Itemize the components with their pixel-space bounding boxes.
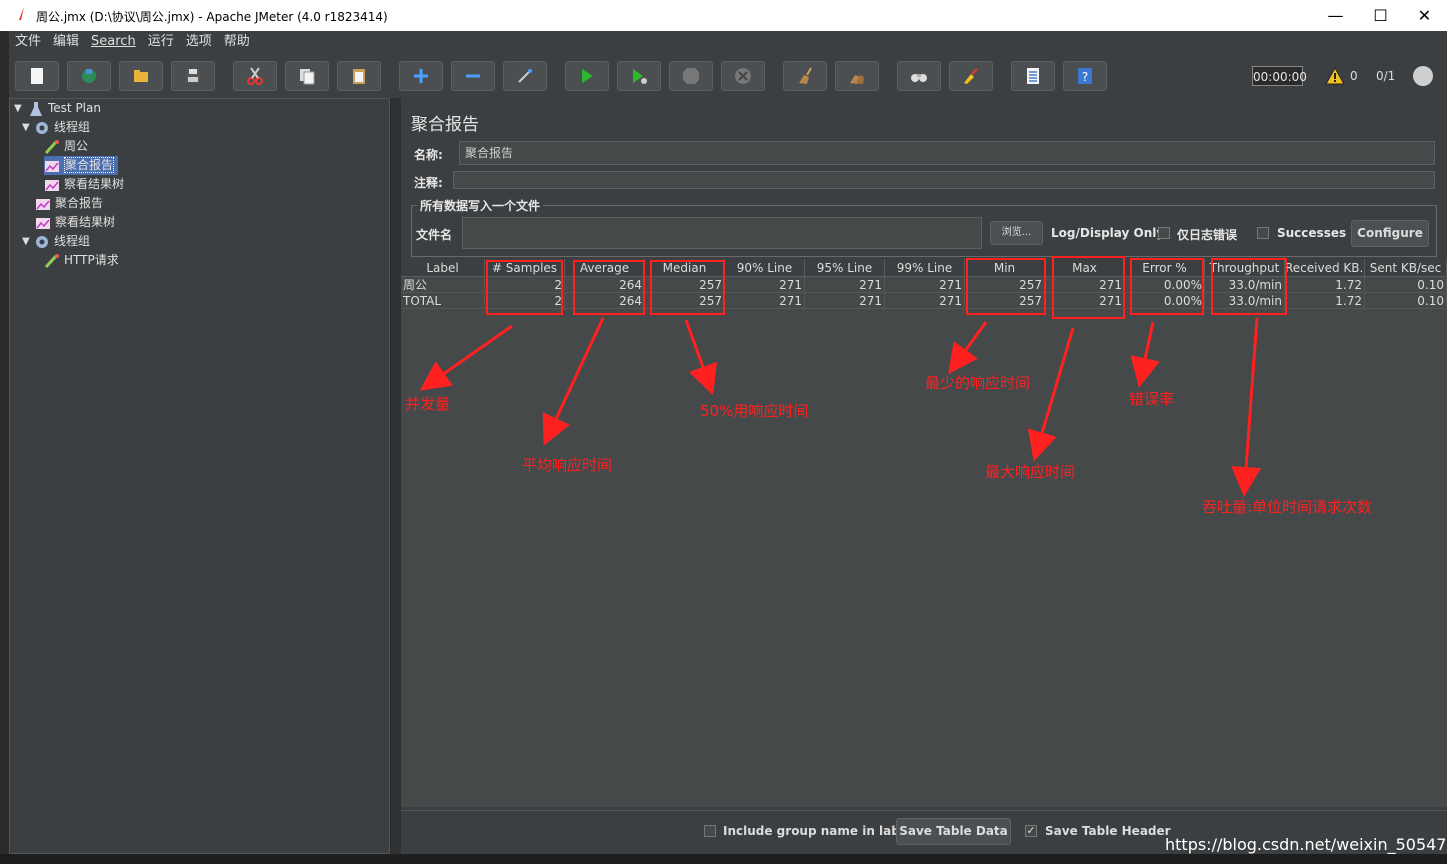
note-max: 最大响应时间	[985, 463, 1076, 481]
note-samples: 并发量	[405, 395, 451, 413]
desktop-strip	[0, 854, 1447, 864]
arrow-median	[684, 319, 718, 396]
save-header-checkbox[interactable]: ✓	[1025, 825, 1037, 837]
annotation-arrows	[419, 317, 1262, 497]
arrow-min	[948, 321, 988, 375]
note-error: 错误率	[1129, 390, 1175, 408]
arrow-max	[1027, 327, 1075, 462]
arrow-average	[542, 317, 605, 446]
watermark: https://blog.csdn.net/weixin_50547156	[1165, 835, 1447, 854]
note-min: 最少的响应时间	[925, 374, 1031, 392]
arrow-samples	[419, 324, 513, 391]
arrow-error	[1130, 321, 1160, 388]
include-group-label: Include group name in label?	[723, 824, 920, 838]
note-median: 50%用响应时间	[700, 402, 809, 420]
save-header-label: Save Table Header	[1045, 824, 1171, 838]
save-table-data-button[interactable]: Save Table Data	[896, 818, 1011, 845]
note-average: 平均响应时间	[522, 456, 613, 474]
note-throughput: 吞吐量:单位时间请求次数	[1202, 498, 1373, 516]
arrow-throughput	[1231, 317, 1262, 497]
include-group-checkbox[interactable]	[704, 825, 716, 837]
